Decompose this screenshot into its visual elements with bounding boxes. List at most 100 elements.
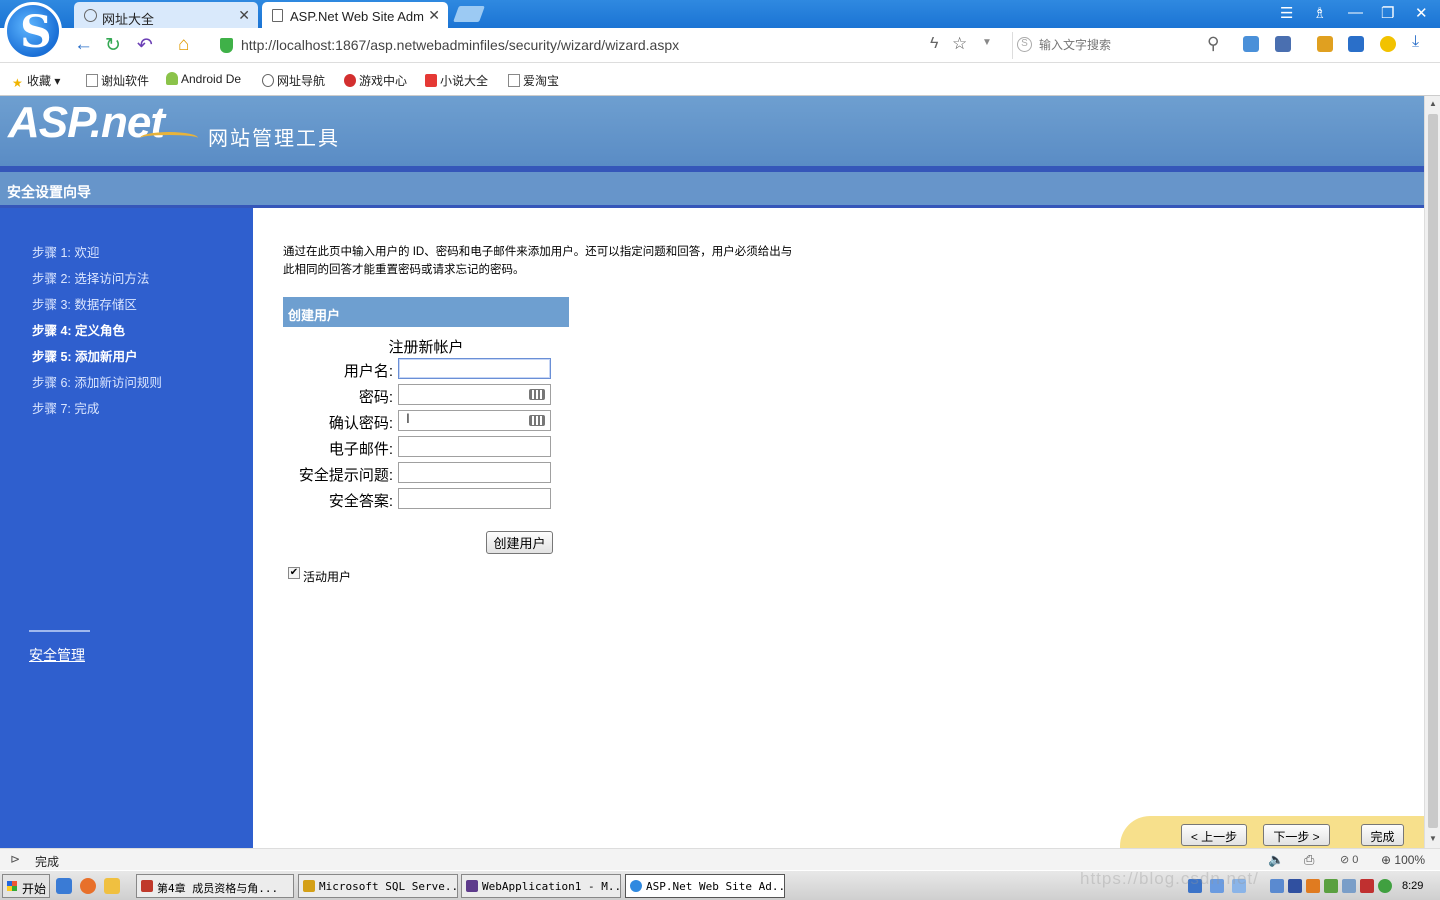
search-input[interactable]	[1039, 38, 1199, 52]
volume-icon[interactable]	[1360, 879, 1374, 893]
previous-button[interactable]: < 上一步	[1181, 824, 1247, 846]
close-tab-icon[interactable]: ✕	[238, 7, 250, 24]
confirm-password-label: 确认密码:	[328, 415, 393, 432]
tray-icon[interactable]	[1306, 879, 1320, 893]
tray-icon[interactable]	[1324, 879, 1338, 893]
tab-aspnet-admin[interactable]: ASP.Net Web Site Adm ✕	[262, 2, 448, 28]
bookmark-item[interactable]: 爱淘宝	[508, 72, 559, 89]
page-icon	[86, 74, 98, 87]
tab-sites[interactable]: 网址大全 ✕	[74, 2, 258, 28]
next-button[interactable]: 下一步 >	[1263, 824, 1330, 846]
security-question-field[interactable]	[398, 462, 551, 483]
aspnet-logo: ASP.net	[8, 98, 165, 147]
scrollbar-thumb[interactable]	[1428, 114, 1438, 828]
vertical-scrollbar[interactable]: ▲ ▼	[1424, 96, 1440, 848]
search-icon[interactable]: ⚲	[1207, 34, 1219, 54]
taskbar-item-browser[interactable]: ASP.Net Web Site Ad...	[625, 874, 785, 898]
wizard-sidebar: 步骤 1: 欢迎 步骤 2: 选择访问方法 步骤 3: 数据存储区 步骤 4: …	[0, 208, 253, 848]
taskbar-item-sql-server[interactable]: Microsoft SQL Serve...	[298, 874, 458, 898]
key-icon[interactable]	[1317, 36, 1333, 52]
form-title: 注册新帐户	[388, 339, 464, 356]
address-bar[interactable]: http://localhost:1867/asp.netwebadminfil…	[212, 32, 1002, 59]
taskbar-item-powerpoint[interactable]: 第4章 成员资格与角...	[136, 874, 294, 898]
bookmark-item[interactable]: 网址导航	[262, 72, 325, 89]
page-save-icon[interactable]: ⎙	[1304, 852, 1314, 868]
security-answer-field[interactable]	[398, 488, 551, 509]
security-answer-label: 安全答案:	[328, 493, 393, 510]
minimize-button[interactable]: —	[1348, 4, 1363, 21]
tray-icon[interactable]	[1288, 879, 1302, 893]
title-bar: 网址大全 ✕ ASP.Net Web Site Adm ✕ ☰ ♗ — ❐ ✕	[0, 0, 1440, 28]
scroll-up-icon[interactable]: ▲	[1429, 99, 1437, 108]
menu-icon[interactable]: ☰	[1280, 4, 1293, 22]
close-window-button[interactable]: ✕	[1415, 4, 1428, 22]
sql-server-icon	[303, 880, 315, 892]
password-label: 密码:	[358, 389, 393, 406]
page-icon	[508, 74, 520, 87]
active-user-checkbox[interactable]: ✔	[288, 567, 300, 579]
tray-icon[interactable]	[1270, 879, 1284, 893]
keyboard-icon[interactable]	[529, 415, 545, 426]
step-add-access-rule[interactable]: 步骤 6: 添加新访问规则	[32, 372, 162, 391]
start-button[interactable]: 开始	[2, 874, 50, 898]
download-icon[interactable]: ⤓	[1412, 33, 1428, 50]
screenshot-icon[interactable]	[1275, 36, 1291, 52]
clock: 8:29	[1402, 880, 1424, 892]
powerpoint-icon	[141, 880, 153, 892]
sidebar-toggle-icon[interactable]: ⊳	[10, 852, 20, 866]
confirm-password-field[interactable]	[398, 410, 551, 431]
bookmark-item[interactable]: Android De	[166, 72, 241, 86]
url-text[interactable]: http://localhost:1867/asp.netwebadminfil…	[241, 37, 679, 53]
bookmark-item[interactable]: 游戏中心	[344, 72, 407, 89]
taskbar-item-visual-studio[interactable]: WebApplication1 - M...	[461, 874, 621, 898]
zoom-level[interactable]: ⊕ 100%	[1381, 853, 1425, 867]
wizard-title: 安全设置向导	[7, 184, 91, 200]
favorite-star-icon[interactable]: ☆	[952, 34, 967, 54]
translate-icon[interactable]	[1348, 36, 1364, 52]
close-tab-icon[interactable]: ✕	[428, 7, 440, 24]
security-question-label: 安全提示问题:	[298, 467, 393, 484]
scroll-down-icon[interactable]: ▼	[1429, 834, 1437, 843]
reload-button[interactable]: ↻	[105, 34, 121, 57]
undo-close-button[interactable]: ↶	[137, 34, 153, 57]
search-engine-icon[interactable]: S	[1017, 37, 1032, 52]
tray-icon[interactable]	[1378, 879, 1392, 893]
quicklaunch-folder-icon[interactable]	[104, 878, 120, 894]
email-field[interactable]	[398, 436, 551, 457]
password-field[interactable]	[398, 384, 551, 405]
bookmark-item[interactable]: 小说大全	[425, 72, 488, 89]
keyboard-icon[interactable]	[529, 389, 545, 400]
sound-icon[interactable]: 🔈	[1268, 852, 1284, 868]
chevron-down-icon[interactable]: ▼	[982, 37, 992, 48]
tray-icon[interactable]	[1342, 879, 1356, 893]
step-add-user[interactable]: 步骤 5: 添加新用户	[32, 346, 138, 365]
ad-block-count[interactable]: ⊘ 0	[1340, 853, 1358, 866]
step-complete[interactable]: 步骤 7: 完成	[32, 398, 99, 417]
active-user-label: 活动用户	[303, 570, 352, 584]
step-access-method[interactable]: 步骤 2: 选择访问方法	[32, 268, 149, 287]
panel-title: 创建用户	[288, 308, 341, 323]
restore-button[interactable]: ❐	[1381, 4, 1394, 22]
home-button[interactable]: ⌂	[178, 34, 189, 56]
bookmark-favorites[interactable]: ★ 收藏 ▾	[12, 72, 60, 90]
finish-button[interactable]: 完成	[1361, 824, 1404, 846]
security-management-link[interactable]: 安全管理	[29, 645, 85, 665]
browser-logo[interactable]: S	[4, 2, 62, 60]
step-define-roles[interactable]: 步骤 4: 定义角色	[32, 320, 125, 339]
back-button[interactable]: ←	[74, 34, 93, 56]
step-welcome[interactable]: 步骤 1: 欢迎	[32, 242, 99, 261]
lightning-icon[interactable]: ϟ	[930, 35, 938, 53]
quicklaunch-firefox-icon[interactable]	[80, 878, 96, 894]
username-field[interactable]	[398, 358, 551, 379]
create-user-button[interactable]: 创建用户	[486, 531, 553, 554]
intro-text: 通过在此页中输入用户的 ID、密码和电子邮件来添加用户。还可以指定问题和回答，用…	[283, 246, 793, 276]
step-data-store[interactable]: 步骤 3: 数据存储区	[32, 294, 137, 313]
username-label: 用户名:	[343, 363, 393, 380]
new-tab-button[interactable]	[453, 6, 485, 22]
quicklaunch-ie-icon[interactable]	[56, 878, 72, 894]
extension-icon[interactable]	[1243, 36, 1259, 52]
skin-icon[interactable]: ♗	[1313, 4, 1326, 22]
sidebar-divider	[29, 630, 90, 632]
emoji-icon[interactable]	[1380, 36, 1396, 52]
bookmark-item[interactable]: 谢灿软件	[86, 72, 149, 89]
